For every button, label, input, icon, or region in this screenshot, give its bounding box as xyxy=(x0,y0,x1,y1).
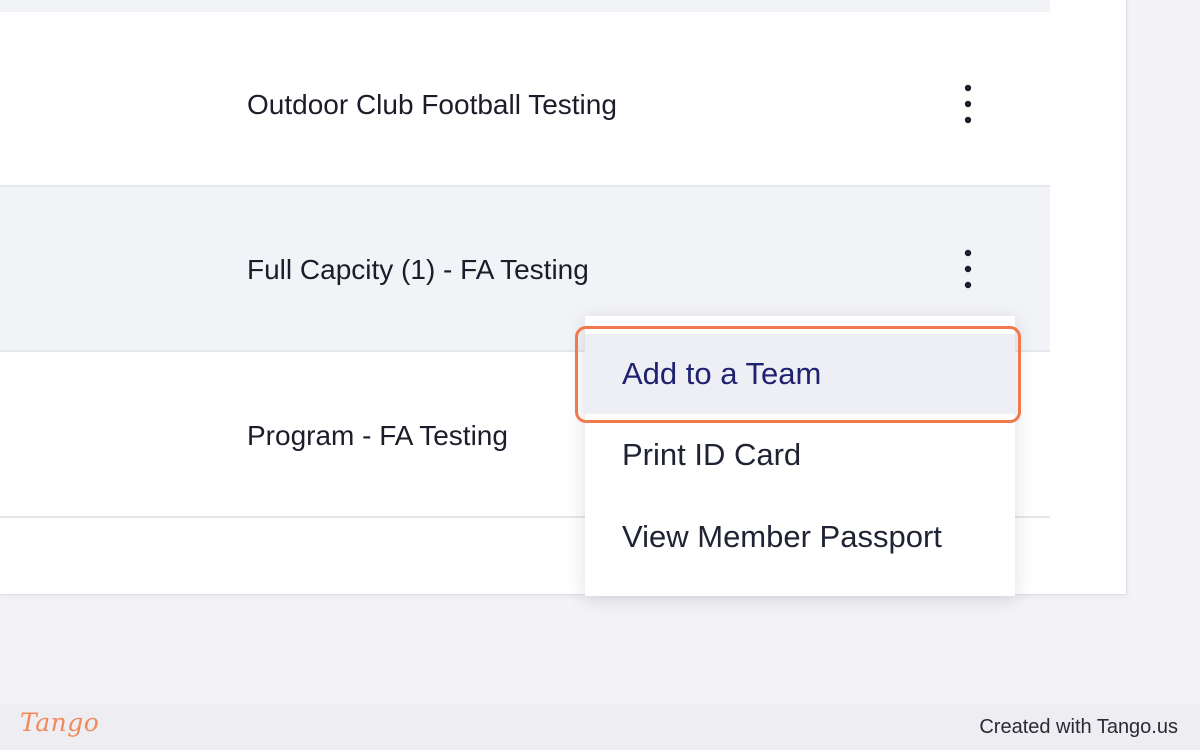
row-strip-top xyxy=(0,0,1050,12)
menu-item-print-id-card[interactable]: Print ID Card xyxy=(585,415,1015,495)
row-actions-menu: Add to a Team Print ID Card View Member … xyxy=(585,316,1015,596)
menu-item-add-to-team[interactable]: Add to a Team xyxy=(585,334,1015,414)
list-row: Outdoor Club Football Testing xyxy=(0,22,1050,187)
tango-footer: Tango Created with Tango.us xyxy=(0,704,1200,750)
more-vertical-icon[interactable] xyxy=(950,80,986,132)
row-label: Program - FA Testing xyxy=(247,420,508,451)
created-with-credit: Created with Tango.us xyxy=(979,716,1178,738)
tango-logo: Tango xyxy=(20,708,100,737)
menu-item-view-member-passport[interactable]: View Member Passport xyxy=(585,497,1015,577)
row-label: Outdoor Club Football Testing xyxy=(247,89,617,120)
screenshot-stage: Outdoor Club Football Testing Full Capci… xyxy=(0,0,1200,704)
more-vertical-icon[interactable] xyxy=(950,245,986,297)
row-label: Full Capcity (1) - FA Testing xyxy=(247,254,589,285)
